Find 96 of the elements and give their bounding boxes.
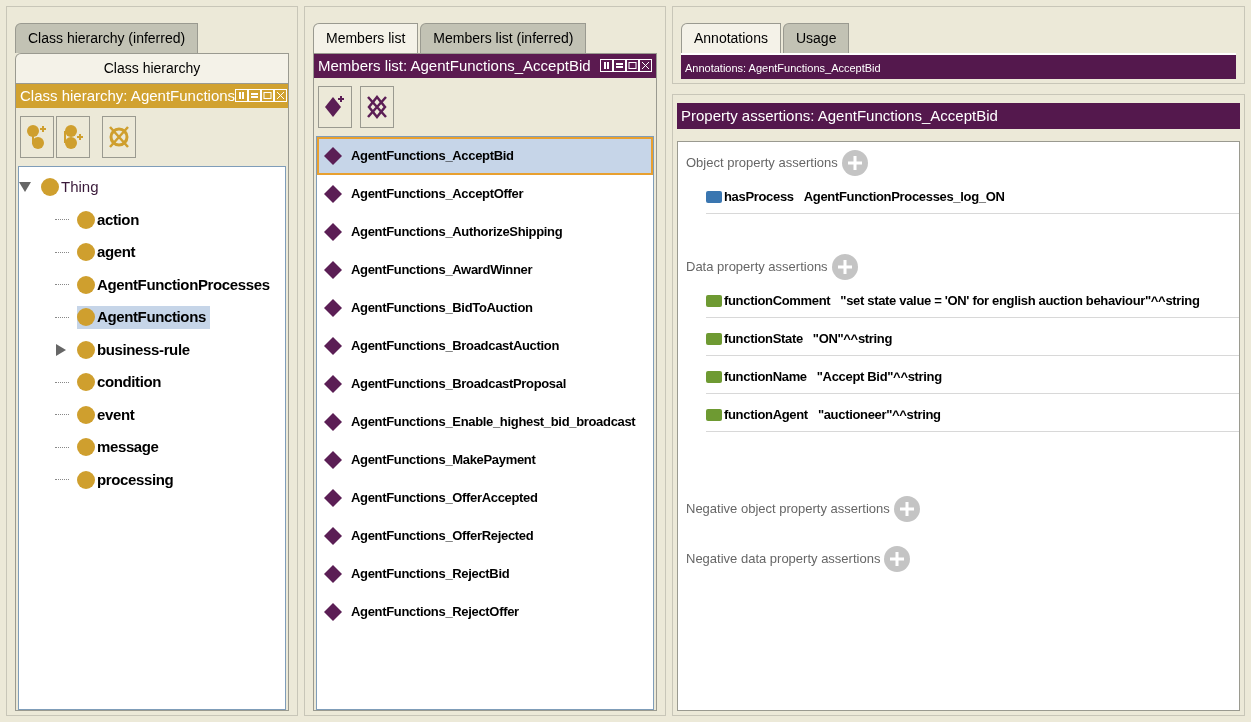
add-individual-button[interactable] bbox=[318, 86, 352, 128]
view-title: Class hierarchy: AgentFunctions bbox=[20, 85, 236, 106]
assertion-row[interactable]: functionName "Accept Bid"^^string bbox=[706, 360, 1239, 394]
property-value: "set state value = 'ON' for english auction behaviour"^^string bbox=[840, 291, 1200, 310]
individual-icon bbox=[323, 412, 343, 432]
individual-icon bbox=[323, 184, 343, 204]
list-item[interactable]: AgentFunctions_BidToAuction bbox=[317, 289, 653, 327]
section-title: Negative object property assertions bbox=[686, 500, 890, 519]
add-icon[interactable] bbox=[884, 546, 911, 572]
property-name: functionState bbox=[724, 329, 803, 348]
tab[interactable]: Class hierarchy bbox=[15, 53, 289, 83]
list-item[interactable]: AgentFunctions_BroadcastAuction bbox=[317, 327, 653, 365]
expand-arrow-icon[interactable] bbox=[55, 343, 67, 356]
tree-item[interactable]: condition bbox=[77, 371, 166, 394]
data-property-icon bbox=[706, 294, 722, 307]
property-name: functionAgent bbox=[724, 405, 808, 424]
view-title: Property assertions: AgentFunctions_AcceptBid bbox=[681, 105, 998, 126]
list-item[interactable]: AgentFunctions_AuthorizeShipping bbox=[317, 213, 653, 251]
tree-item[interactable]: message bbox=[77, 436, 163, 459]
add-subclass-icon bbox=[26, 124, 48, 150]
tree-item[interactable]: event bbox=[77, 403, 139, 426]
class-icon bbox=[77, 438, 95, 457]
individual-icon bbox=[323, 564, 343, 584]
list-item[interactable]: AgentFunctions_MakePayment bbox=[317, 441, 653, 479]
assertion-row[interactable]: hasProcess AgentFunctionProcesses_log_ON bbox=[706, 180, 1239, 214]
individual-icon bbox=[323, 488, 343, 508]
data-property-icon bbox=[706, 370, 722, 383]
assertion-row[interactable]: functionState "ON"^^string bbox=[706, 322, 1239, 356]
class-icon bbox=[77, 373, 95, 392]
section-title: Object property assertions bbox=[686, 154, 838, 173]
list-item[interactable]: AgentFunctions_AcceptOffer bbox=[317, 175, 653, 213]
tab[interactable]: Class hierarchy (inferred) bbox=[15, 23, 199, 53]
delete-individual-icon bbox=[366, 94, 388, 120]
tree-item[interactable]: action bbox=[77, 208, 143, 231]
individual-icon bbox=[323, 374, 343, 394]
data-property-icon bbox=[706, 408, 722, 421]
add-icon[interactable] bbox=[893, 496, 920, 522]
list-item[interactable]: AgentFunctions_OfferAccepted bbox=[317, 479, 653, 517]
individual-icon bbox=[323, 336, 343, 356]
collapse-arrow-icon[interactable] bbox=[19, 181, 31, 194]
section-title: Negative data property assertions bbox=[686, 550, 881, 569]
tab[interactable]: Usage bbox=[782, 23, 850, 53]
view-title: Annotations: AgentFunctions_AcceptBid bbox=[685, 62, 881, 74]
delete-class-icon bbox=[108, 124, 130, 150]
property-name: functionName bbox=[724, 367, 807, 386]
individual-icon bbox=[323, 450, 343, 470]
add-subclass-button[interactable] bbox=[20, 116, 54, 158]
tree-item[interactable]: processing bbox=[77, 468, 178, 491]
property-value: "auctioneer"^^string bbox=[817, 405, 941, 424]
list-item[interactable]: AgentFunctions_RejectOffer bbox=[317, 593, 653, 631]
individual-icon bbox=[323, 602, 343, 622]
class-icon bbox=[77, 470, 95, 489]
view-title: Members list: AgentFunctions_AcceptBid bbox=[318, 55, 591, 76]
property-value: "ON"^^string bbox=[812, 329, 893, 348]
add-icon[interactable] bbox=[841, 150, 868, 176]
tree-item[interactable]: business-rule bbox=[77, 338, 194, 361]
property-name: hasProcess bbox=[724, 187, 794, 206]
list-item[interactable]: AgentFunctions_BroadcastProposal bbox=[317, 365, 653, 403]
individual-icon bbox=[323, 260, 343, 280]
delete-class-button[interactable] bbox=[102, 116, 136, 158]
class-icon bbox=[77, 275, 95, 294]
delete-individual-button[interactable] bbox=[360, 86, 394, 128]
list-item[interactable]: AgentFunctions_RejectBid bbox=[317, 555, 653, 593]
list-item[interactable]: AgentFunctions_AwardWinner bbox=[317, 251, 653, 289]
property-value: AgentFunctionProcesses_log_ON bbox=[803, 187, 1005, 206]
add-sibling-button[interactable] bbox=[56, 116, 90, 158]
class-icon bbox=[77, 340, 95, 359]
assertion-row[interactable]: functionAgent "auctioneer"^^string bbox=[706, 398, 1239, 432]
tab[interactable]: Members list bbox=[313, 23, 419, 53]
list-item[interactable]: AgentFunctions_AcceptBid bbox=[317, 137, 653, 175]
tree-item[interactable]: agent bbox=[77, 241, 140, 264]
class-icon bbox=[77, 308, 95, 327]
class-icon bbox=[41, 178, 59, 197]
data-property-icon bbox=[706, 332, 722, 345]
section-title: Data property assertions bbox=[686, 258, 828, 277]
assertion-row[interactable]: functionComment "set state value = 'ON' for english auction behaviour"^^string bbox=[706, 284, 1239, 318]
tree-item[interactable]: AgentFunctions bbox=[77, 306, 210, 329]
add-icon[interactable] bbox=[831, 254, 858, 280]
list-item[interactable]: AgentFunctions_OfferRejected bbox=[317, 517, 653, 555]
class-icon bbox=[77, 243, 95, 262]
window-controls-icon[interactable] bbox=[600, 59, 652, 73]
tab[interactable]: Annotations bbox=[681, 23, 781, 53]
individual-icon bbox=[323, 222, 343, 242]
individual-icon bbox=[323, 298, 343, 318]
class-icon bbox=[77, 210, 95, 229]
individual-icon bbox=[323, 146, 343, 166]
tab[interactable]: Members list (inferred) bbox=[420, 23, 587, 53]
tree-item[interactable]: AgentFunctionProcesses bbox=[77, 273, 274, 296]
individual-icon bbox=[323, 526, 343, 546]
property-value: "Accept Bid"^^string bbox=[816, 367, 942, 386]
object-property-icon bbox=[706, 190, 722, 203]
add-sibling-icon bbox=[62, 124, 84, 150]
class-icon bbox=[77, 405, 95, 424]
property-name: functionComment bbox=[724, 291, 831, 310]
list-item[interactable]: AgentFunctions_Enable_highest_bid_broadcast bbox=[317, 403, 653, 441]
tree-item[interactable]: Thing bbox=[41, 176, 103, 199]
